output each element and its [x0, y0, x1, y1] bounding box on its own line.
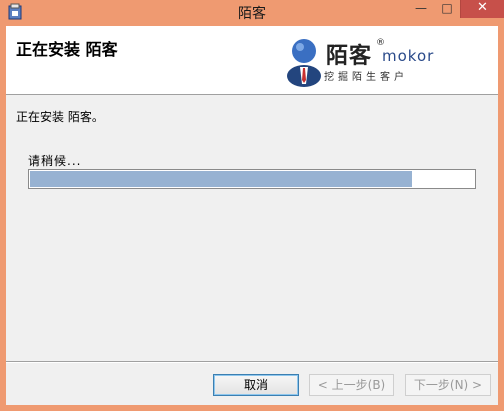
- cancel-button[interactable]: 取消: [213, 374, 299, 396]
- close-button[interactable]: ✕: [460, 0, 504, 18]
- back-button[interactable]: < 上一步(B): [309, 374, 394, 396]
- installer-window: 陌客 — □ ✕ 正在安装 陌客 陌客 ® mokor 挖掘陌生客户 正在安装 …: [0, 0, 504, 411]
- install-status-text: 正在安装 陌客。: [16, 110, 104, 124]
- installer-client-area: 正在安装 陌客 陌客 ® mokor 挖掘陌生客户 正在安装 陌客。 请稍候..…: [6, 26, 498, 405]
- header-banner: 正在安装 陌客 陌客 ® mokor 挖掘陌生客户: [6, 26, 498, 95]
- install-progress-bar: [28, 169, 476, 189]
- businessman-logo-icon: [287, 39, 321, 87]
- page-title: 正在安装 陌客: [16, 40, 118, 59]
- maximize-button[interactable]: □: [434, 0, 460, 18]
- minimize-button[interactable]: —: [408, 0, 434, 18]
- title-bar[interactable]: 陌客 — □ ✕: [0, 0, 504, 26]
- logo-slogan: 挖掘陌生客户: [324, 72, 408, 83]
- progress-fill: [30, 171, 412, 187]
- mokor-logo: 陌客 ® mokor 挖掘陌生客户: [284, 34, 434, 88]
- footer-divider: [6, 361, 498, 363]
- please-wait-label: 请稍候...: [28, 154, 82, 168]
- logo-name: 陌客: [326, 44, 373, 69]
- logo-latin-name: mokor: [382, 47, 435, 65]
- next-button[interactable]: 下一步(N) >: [405, 374, 491, 396]
